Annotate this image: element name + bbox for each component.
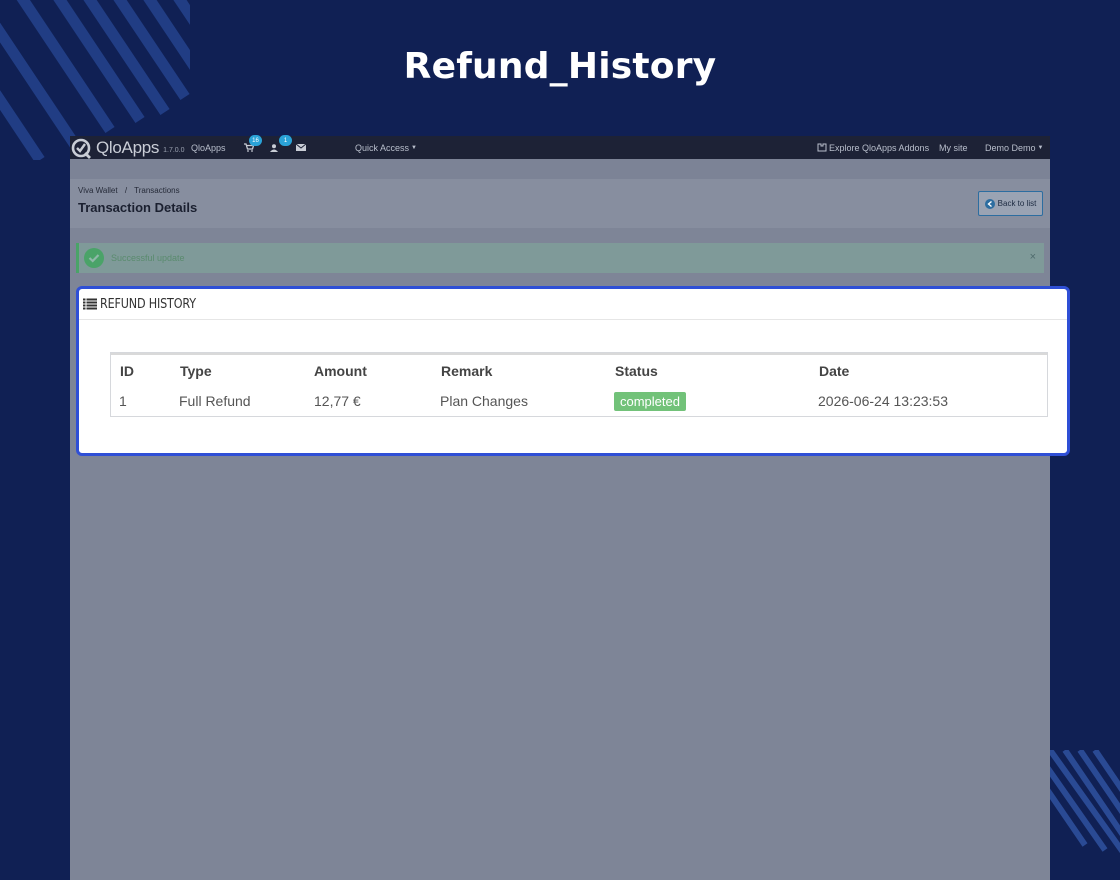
admin-screenshot: QloApps 1.7.0.0 QloApps 16 1 Quick Acces… (70, 135, 1050, 880)
column-header-date[interactable]: Date (819, 355, 849, 387)
panel-title: REFUND HISTORY (100, 296, 196, 312)
user-name: Demo Demo (985, 142, 1036, 153)
back-to-list-button[interactable]: Back to list (978, 191, 1043, 216)
cell-remark: Plan Changes (440, 393, 528, 409)
content-header-strip (70, 159, 1050, 179)
caret-down-icon: ▼ (411, 144, 417, 151)
cell-amount: 12,77 € (314, 393, 361, 409)
column-header-remark[interactable]: Remark (441, 355, 492, 387)
customer-notification[interactable]: 1 (270, 135, 292, 159)
refund-history-panel: REFUND HISTORY ID Type Amount Remark Sta… (76, 286, 1070, 456)
messages-notification[interactable] (296, 136, 306, 159)
column-header-status[interactable]: Status (615, 355, 658, 387)
logo-text: QloApps (96, 137, 160, 157)
arrow-left-circle-icon (984, 198, 995, 209)
alert-message: Successful update (111, 253, 185, 263)
check-circle-icon (84, 248, 104, 268)
logo[interactable]: QloApps 1.7.0.0 (70, 136, 185, 159)
quick-access-label: Quick Access (355, 142, 410, 153)
qloapps-logo-icon (71, 138, 91, 159)
admin-topbar: QloApps 1.7.0.0 QloApps 16 1 Quick Acces… (70, 135, 1050, 159)
my-site-link[interactable]: My site (939, 136, 968, 159)
cell-status: completed (614, 387, 686, 415)
success-alert: Successful update × (76, 243, 1044, 273)
page-heading: Refund_History (403, 46, 717, 87)
quick-access-dropdown[interactable]: Quick Access ▼ (355, 136, 417, 159)
breadcrumb-item[interactable]: Viva Wallet (78, 186, 118, 195)
cart-badge: 16 (249, 135, 262, 146)
page-toolbar: Viva Wallet / Transactions Transaction D… (70, 179, 1050, 228)
explore-addons-label: Explore QloApps Addons (829, 142, 930, 153)
customer-badge: 1 (279, 135, 292, 146)
breadcrumb: Viva Wallet / Transactions (78, 186, 180, 195)
table-header: ID Type Amount Remark Status Date (111, 353, 1047, 387)
back-to-list-label: Back to list (997, 199, 1037, 208)
puzzle-icon (817, 143, 827, 152)
breadcrumb-item[interactable]: Transactions (134, 186, 180, 195)
user-menu[interactable]: Demo Demo ▼ (985, 136, 1043, 159)
page: Refund_History QloApps 1.7.0.0 QloApps 1… (0, 0, 1120, 880)
page-title: Transaction Details (78, 200, 198, 215)
list-icon (83, 298, 97, 310)
status-badge: completed (614, 391, 686, 411)
panel-heading: REFUND HISTORY (79, 289, 1067, 320)
column-header-amount[interactable]: Amount (314, 355, 367, 387)
cart-notification[interactable]: 16 (244, 135, 262, 159)
explore-addons-link[interactable]: Explore QloApps Addons (817, 136, 929, 159)
user-icon (270, 143, 278, 152)
refund-table: ID Type Amount Remark Status Date 1 Full… (110, 352, 1048, 417)
breadcrumb-separator: / (124, 186, 128, 195)
caret-down-icon: ▼ (1037, 144, 1044, 151)
table-row: 1 Full Refund 12,77 € Plan Changes compl… (111, 387, 1047, 415)
version-label: 1.7.0.0 (163, 146, 185, 154)
cell-id: 1 (119, 393, 127, 409)
shop-name-link[interactable]: QloApps (191, 136, 226, 159)
column-header-type[interactable]: Type (180, 355, 212, 387)
column-header-id[interactable]: ID (120, 355, 134, 387)
envelope-icon (296, 144, 306, 151)
cell-date: 2026-06-24 13:23:53 (818, 393, 948, 409)
cell-type: Full Refund (179, 393, 251, 409)
close-icon[interactable]: × (1030, 251, 1036, 263)
